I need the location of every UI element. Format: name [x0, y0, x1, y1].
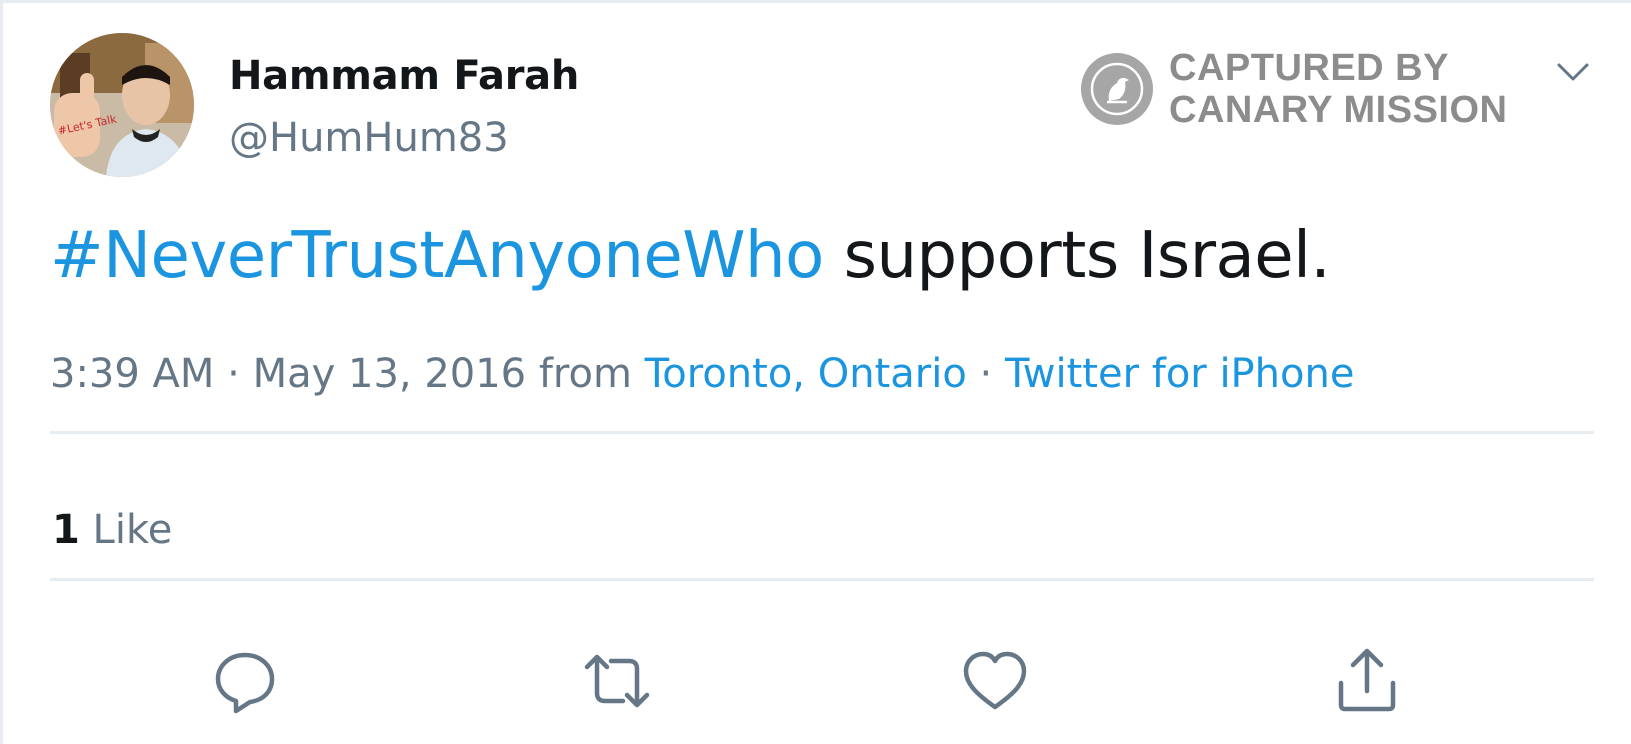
tweet-meta: 3:39 AM · May 13, 2016 from Toronto, Ont… [50, 351, 1354, 397]
watermark-line-1: CAPTURED BY [1169, 47, 1449, 89]
divider [50, 578, 1594, 581]
author-handle[interactable]: @HumHum83 [229, 115, 509, 161]
hashtag-link[interactable]: #NeverTrustAnyoneWho [50, 219, 824, 293]
avatar-photo: #Let's Talk [50, 33, 194, 177]
reply-button[interactable] [211, 647, 279, 715]
chevron-down-icon[interactable] [1556, 55, 1590, 89]
location-link[interactable]: Toronto, Ontario [645, 351, 967, 397]
source-link[interactable]: Twitter for iPhone [1005, 351, 1355, 397]
tweet-date[interactable]: May 13, 2016 [253, 351, 527, 397]
tweet-text: #NeverTrustAnyoneWho supports Israel. [50, 219, 1331, 293]
divider [50, 431, 1594, 434]
share-icon [1338, 648, 1396, 712]
tweet-time[interactable]: 3:39 AM [50, 351, 214, 397]
like-button[interactable] [961, 647, 1029, 715]
watermark-line-2: CANARY MISSION [1169, 89, 1508, 131]
retweet-button[interactable] [583, 647, 651, 715]
meta-separator: · [966, 351, 1005, 397]
like-label: Like [79, 507, 173, 553]
tweet-body: supports Israel. [823, 219, 1331, 293]
like-count: 1 [52, 507, 80, 553]
reply-icon [215, 652, 275, 714]
tweet-card: #Let's Talk Hammam Farah @HumHum83 CAPTU… [0, 0, 1631, 744]
heart-icon [963, 651, 1027, 710]
likes-summary[interactable]: 1 Like [52, 507, 172, 553]
avatar[interactable]: #Let's Talk [50, 33, 194, 177]
watermark-text: CAPTURED BY CANARY MISSION [1169, 47, 1507, 131]
canary-bird-icon [1081, 53, 1153, 125]
share-button[interactable] [1333, 647, 1401, 715]
from-label: from [526, 351, 645, 397]
capture-watermark: CAPTURED BY CANARY MISSION [1081, 47, 1507, 131]
author-name[interactable]: Hammam Farah [229, 53, 579, 99]
retweet-icon [584, 654, 650, 708]
meta-separator: · [214, 351, 253, 397]
